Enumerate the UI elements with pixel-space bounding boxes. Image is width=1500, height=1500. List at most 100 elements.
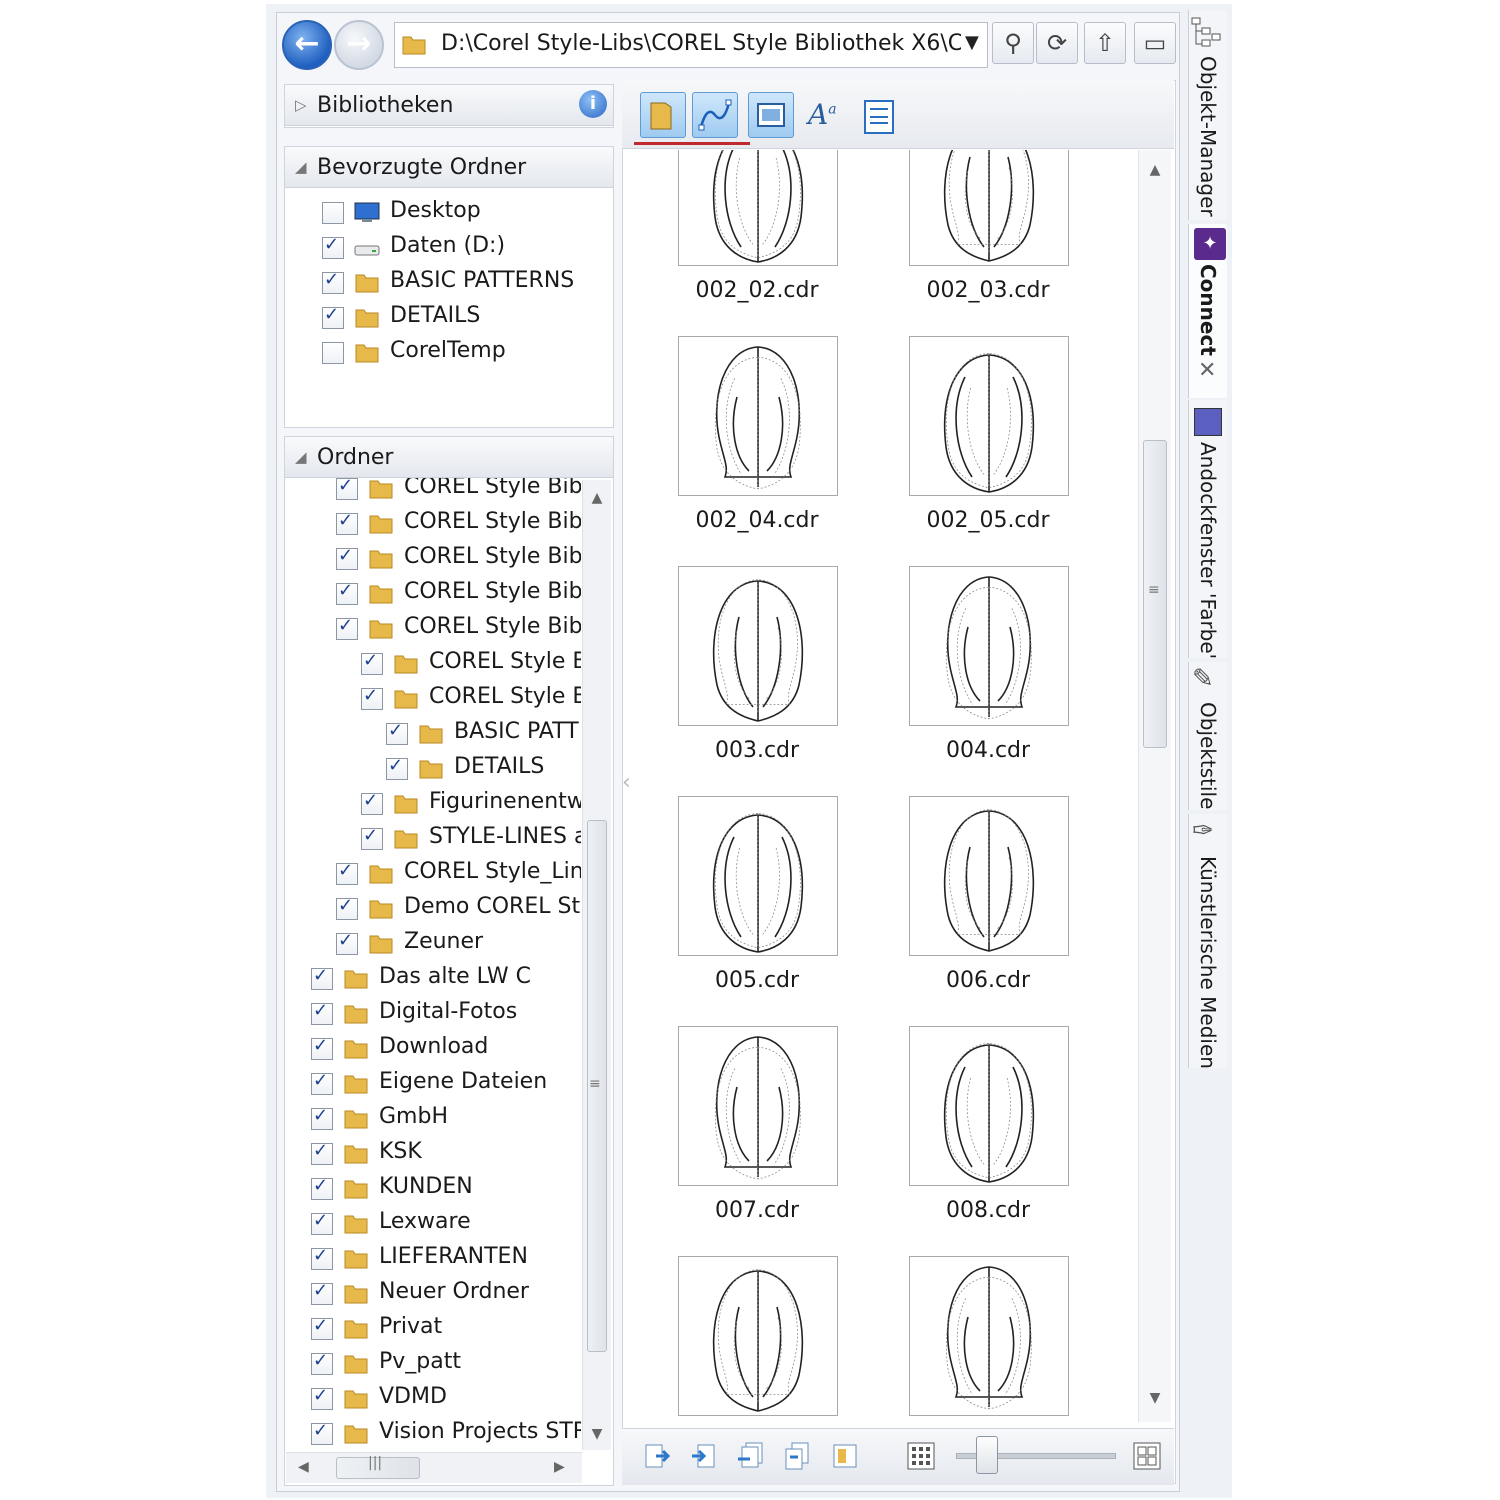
scroll-down-icon[interactable]: ▼ — [587, 1426, 607, 1442]
checkbox[interactable]: ✓ — [311, 1105, 333, 1130]
folder-tree-item[interactable]: ✓ KSK — [311, 1137, 581, 1171]
folder-tree-item[interactable]: ✓ LIEFERANTEN — [311, 1242, 581, 1276]
folder-tree-item[interactable]: ✓ DETAILS — [386, 752, 581, 786]
checkbox[interactable]: ✓ — [386, 755, 408, 780]
folder-tree-item[interactable]: ✓ Neuer Ordner — [311, 1277, 581, 1311]
checkbox[interactable]: ✓ — [322, 234, 344, 259]
folder-tree-item[interactable]: ✓ Das alte LW C — [311, 962, 581, 996]
zoom-slider-handle[interactable] — [976, 1436, 998, 1474]
checkbox[interactable]: ✓ — [361, 790, 383, 815]
checkbox[interactable]: ✓ — [336, 615, 358, 640]
close-icon[interactable]: ✕ — [1198, 358, 1216, 383]
checkbox[interactable] — [322, 202, 344, 224]
file-thumbnail[interactable] — [678, 150, 838, 266]
forward-button[interactable]: → — [334, 20, 384, 70]
checkbox[interactable]: ✓ — [311, 1315, 333, 1340]
file-thumbnail[interactable] — [678, 336, 838, 496]
file-thumbnail[interactable] — [909, 1026, 1069, 1186]
folder-tree-hscrollbar[interactable]: ◀ ||| ▶ — [286, 1452, 582, 1483]
folder-tree-item[interactable]: ✓ Lexware — [311, 1207, 581, 1241]
folder-tree-item[interactable]: ✓ COREL Style Bibl — [336, 542, 581, 576]
file-thumbnail[interactable] — [678, 796, 838, 956]
file-thumbnail[interactable] — [678, 1256, 838, 1416]
checkbox[interactable]: ✓ — [361, 685, 383, 710]
file-thumbnail[interactable] — [909, 566, 1069, 726]
checkbox[interactable]: ✓ — [322, 304, 344, 329]
file-thumbnail[interactable] — [909, 1256, 1069, 1416]
favorite-item[interactable]: ✓ DETAILS — [322, 301, 602, 335]
folder-tree-item[interactable]: ✓ Vision Projects STR — [311, 1417, 581, 1450]
scroll-up-icon[interactable]: ▲ — [587, 490, 607, 506]
folder-tree-item[interactable]: ✓ Eigene Dateien — [311, 1067, 581, 1101]
folder-tree-item[interactable]: ✓ KUNDEN — [311, 1172, 581, 1206]
checkbox[interactable]: ✓ — [336, 930, 358, 955]
folder-tree-item[interactable]: ✓ COREL Style B — [361, 647, 581, 681]
thumbnail-scrollbar[interactable]: ▲ ≡ ▼ — [1138, 150, 1171, 1422]
folder-tree-item[interactable]: ✓ COREL Style Bibl — [336, 612, 581, 646]
preview-icon[interactable] — [830, 1441, 860, 1471]
folder-tree-item[interactable]: ✓ COREL Style Bibl — [336, 478, 581, 506]
scroll-down-icon[interactable]: ▼ — [1145, 1390, 1165, 1406]
favorite-item[interactable]: ✓ BASIC PATTERNS — [322, 266, 602, 300]
folders-header[interactable]: ◢ Ordner — [285, 437, 613, 478]
favorite-item[interactable]: Desktop — [322, 196, 602, 230]
checkbox[interactable]: ✓ — [322, 269, 344, 294]
file-thumbnail[interactable] — [909, 796, 1069, 956]
favorite-item[interactable]: ✓ Daten (D:) — [322, 231, 602, 265]
checkbox[interactable]: ✓ — [336, 545, 358, 570]
vector-filter-button[interactable] — [692, 92, 738, 138]
add-to-tray-icon[interactable] — [736, 1441, 766, 1471]
checkbox[interactable]: ✓ — [336, 860, 358, 885]
checkbox[interactable]: ✓ — [311, 1035, 333, 1060]
bitmap-filter-button[interactable] — [748, 92, 794, 138]
checkbox[interactable]: ✓ — [311, 1210, 333, 1235]
bibliotheken-pane[interactable]: ▷ Bibliotheken i — [284, 84, 614, 128]
folder-tree-scrollbar[interactable]: ▲ ≡ ▼ — [582, 480, 611, 1450]
collapse-triangle-icon[interactable]: ◢ — [295, 158, 307, 176]
checkbox[interactable]: ✓ — [361, 650, 383, 675]
checkbox[interactable] — [322, 342, 344, 364]
file-thumbnail[interactable] — [909, 336, 1069, 496]
folder-tree-item[interactable]: ✓ Digital-Fotos — [311, 997, 581, 1031]
folder-view-button[interactable] — [640, 92, 686, 138]
checkbox[interactable]: ✓ — [311, 1420, 333, 1445]
scroll-left-icon[interactable]: ◀ — [298, 1459, 309, 1475]
checkbox[interactable]: ✓ — [311, 1000, 333, 1025]
small-thumbnails-icon[interactable] — [906, 1441, 936, 1471]
collapse-left-icon[interactable]: ‹ — [622, 770, 631, 795]
checkbox[interactable]: ✓ — [311, 1245, 333, 1270]
checkbox[interactable]: ✓ — [311, 1350, 333, 1375]
checkbox[interactable]: ✓ — [336, 580, 358, 605]
checkbox[interactable]: ✓ — [311, 1175, 333, 1200]
font-filter-icon[interactable]: Aa — [808, 98, 837, 131]
scroll-up-icon[interactable]: ▲ — [1145, 162, 1165, 178]
checkbox[interactable]: ✓ — [361, 825, 383, 850]
folder-tree-item[interactable]: ✓ COREL Style B — [361, 682, 581, 716]
folder-tree-item[interactable]: ✓ COREL Style_Line — [336, 857, 581, 891]
file-thumbnail[interactable] — [909, 150, 1069, 266]
checkbox[interactable]: ✓ — [311, 1140, 333, 1165]
checkbox[interactable]: ✓ — [311, 1070, 333, 1095]
folder-tree-item[interactable]: ✓ Zeuner — [336, 927, 581, 961]
file-thumbnail[interactable] — [678, 566, 838, 726]
favorites-header[interactable]: ◢ Bevorzugte Ordner — [285, 147, 613, 188]
folder-tree-item[interactable]: ✓ COREL Style Bibl — [336, 507, 581, 541]
search-icon[interactable]: ⚲ — [992, 22, 1034, 64]
import-icon[interactable]: ⇧ — [1084, 22, 1126, 64]
favorite-item[interactable]: CorelTemp — [322, 336, 602, 370]
checkbox[interactable]: ✓ — [336, 510, 358, 535]
window-icon[interactable]: ▭ — [1134, 22, 1176, 64]
open-icon[interactable] — [642, 1441, 672, 1471]
folder-tree-item[interactable]: ✓ BASIC PATT — [386, 717, 581, 751]
document-filter-icon[interactable] — [864, 100, 894, 134]
folder-tree-item[interactable]: ✓ Demo COREL Sty — [336, 892, 581, 926]
expand-triangle-icon[interactable]: ▷ — [295, 96, 307, 114]
checkbox[interactable]: ✓ — [386, 720, 408, 745]
chevron-down-icon[interactable]: ▼ — [965, 32, 979, 53]
folder-tree-item[interactable]: ✓ STYLE-LINES a — [361, 822, 581, 856]
folder-tree-item[interactable]: ✓ Figurinenentw — [361, 787, 581, 821]
folder-tree-item[interactable]: ✓ Pv_patt — [311, 1347, 581, 1381]
checkbox[interactable]: ✓ — [311, 1385, 333, 1410]
collapse-triangle-icon[interactable]: ◢ — [295, 448, 307, 466]
folder-tree-item[interactable]: ✓ COREL Style Bibl — [336, 577, 581, 611]
